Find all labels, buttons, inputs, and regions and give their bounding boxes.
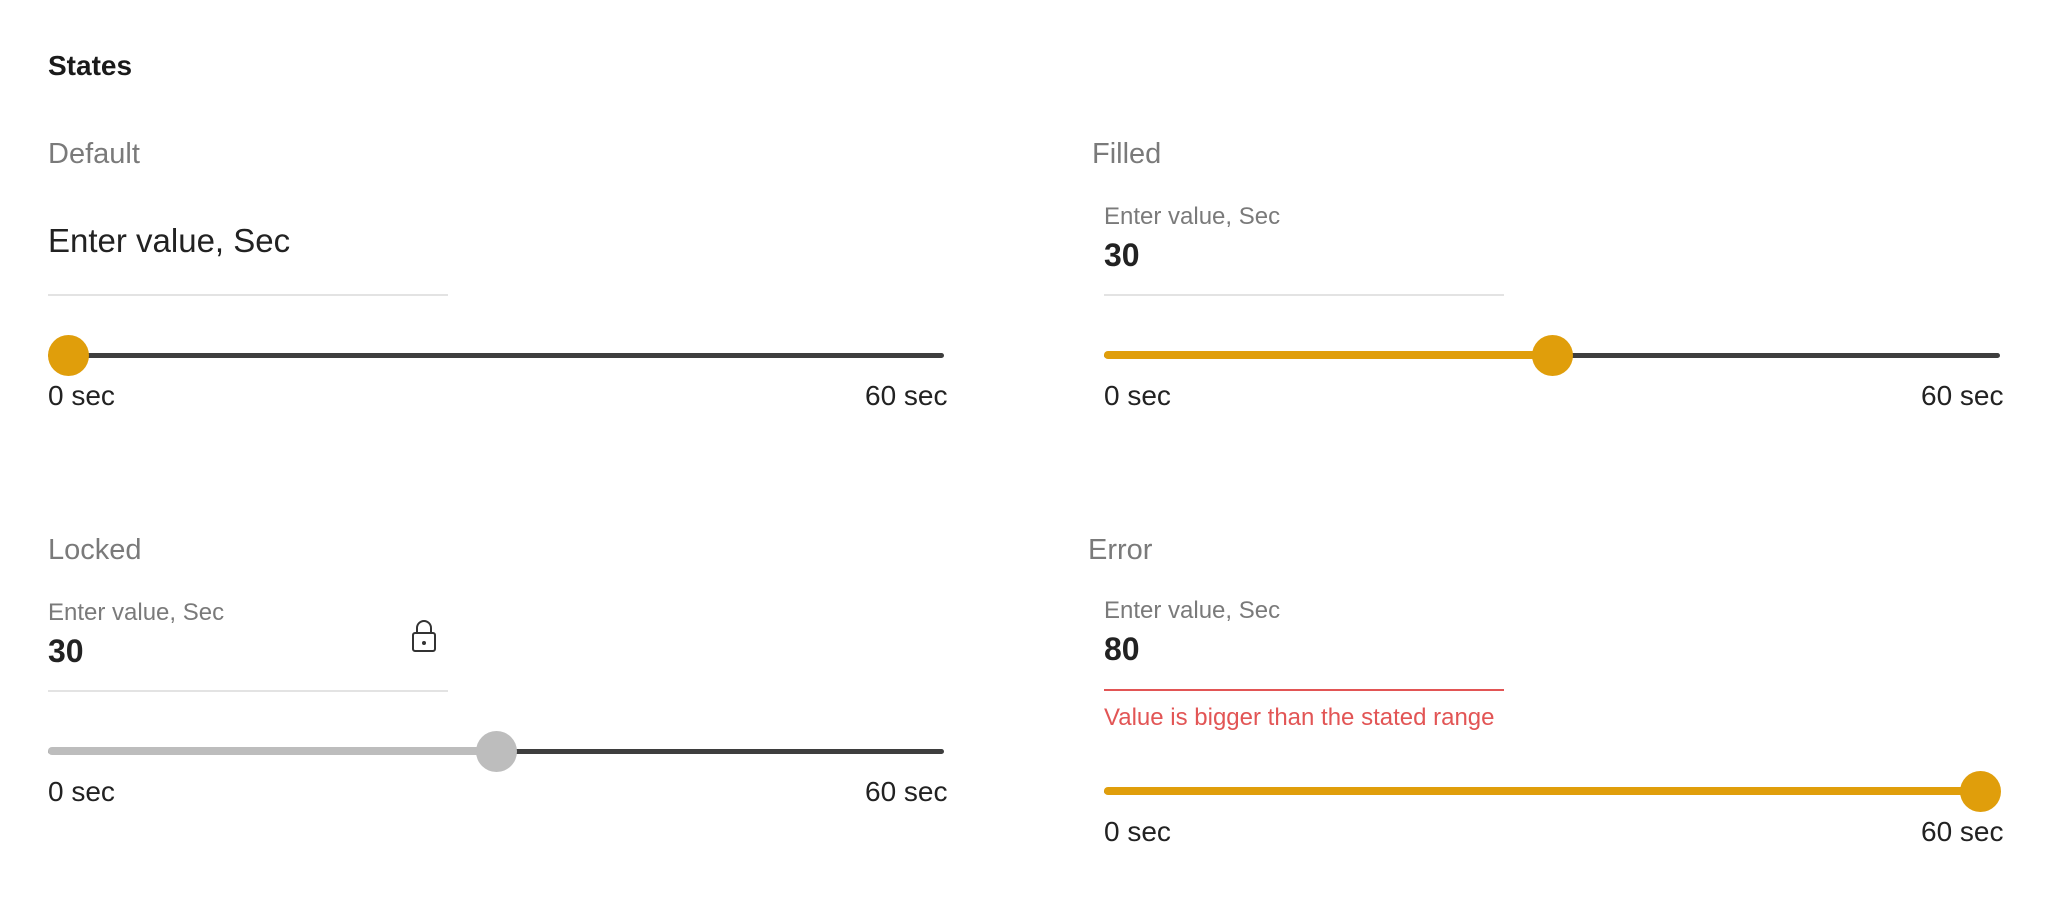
- slider-thumb-default[interactable]: [48, 335, 89, 376]
- value-input-locked: 30: [48, 633, 84, 669]
- slider-max-label: 60 sec: [1921, 380, 2004, 411]
- slider-thumb-error[interactable]: [1960, 771, 2001, 812]
- input-underline: [48, 690, 448, 692]
- lock-icon: [412, 620, 436, 652]
- state-title-locked: Locked: [48, 534, 142, 566]
- input-label-locked: Enter value, Sec: [48, 599, 225, 626]
- slider-fill: [48, 747, 496, 755]
- slider-min-label: 0 sec: [1104, 816, 1171, 847]
- slider-max-label: 60 sec: [1921, 816, 2004, 847]
- input-underline: [48, 294, 448, 296]
- input-underline-error: [1104, 689, 1504, 691]
- slider-min-label: 0 sec: [48, 380, 115, 411]
- slider-min-label: 0 sec: [1104, 380, 1171, 411]
- state-title-default: Default: [48, 138, 140, 170]
- input-label-filled: Enter value, Sec: [1104, 203, 1281, 230]
- value-input-filled[interactable]: 30: [1104, 237, 1140, 274]
- error-message: Value is bigger than the stated range: [1104, 704, 1495, 731]
- state-title-error: Error: [1088, 534, 1153, 566]
- slider-fill: [1104, 787, 1980, 795]
- slider-max-label: 60 sec: [865, 776, 948, 807]
- slider-thumb-locked: [476, 731, 517, 772]
- section-heading: States: [48, 50, 133, 81]
- slider-thumb-filled[interactable]: [1532, 335, 1573, 376]
- input-label-error: Enter value, Sec: [1104, 597, 1281, 624]
- slider-fill: [1104, 351, 1552, 359]
- value-input-error[interactable]: 80: [1104, 631, 1140, 668]
- state-title-filled: Filled: [1092, 138, 1162, 170]
- slider-max-label: 60 sec: [865, 380, 948, 411]
- slider-min-label: 0 sec: [48, 776, 115, 807]
- value-input-default[interactable]: Enter value, Sec: [48, 222, 290, 260]
- slider-track[interactable]: [48, 353, 944, 358]
- input-underline: [1104, 294, 1504, 296]
